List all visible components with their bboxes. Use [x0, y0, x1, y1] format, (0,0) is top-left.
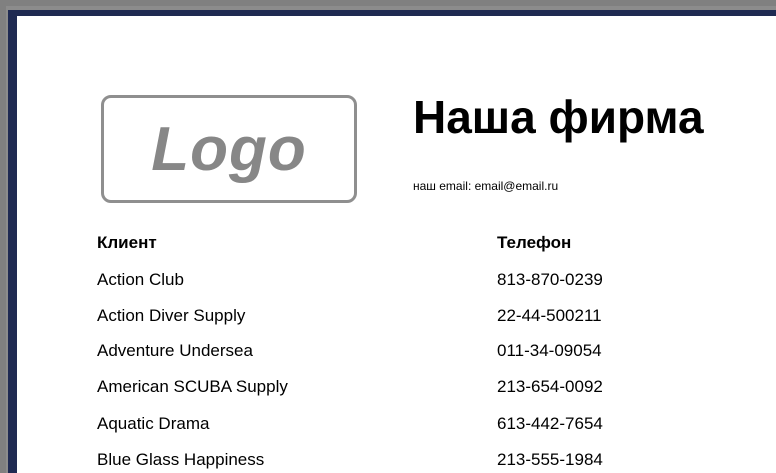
client-name: Action Club [97, 270, 184, 289]
client-name: American SCUBA Supply [97, 377, 288, 396]
client-name: Adventure Undersea [97, 341, 253, 360]
table-row: Adventure Undersea 011-34-09054 [17, 341, 776, 377]
client-phone: 213-654-0092 [497, 377, 603, 396]
client-phone: 813-870-0239 [497, 270, 603, 289]
client-phone: 613-442-7654 [497, 414, 603, 433]
client-name: Aquatic Drama [97, 414, 210, 433]
client-name: Blue Glass Happiness [97, 450, 265, 469]
table-row: Action Club 813-870-0239 [17, 270, 776, 306]
table-row: Action Diver Supply 22-44-500211 [17, 306, 776, 342]
table-row: Aquatic Drama 613-442-7654 [17, 414, 776, 450]
table-row: American SCUBA Supply 213-654-0092 [17, 377, 776, 413]
table-row: Blue Glass Happiness 213-555-1984 [17, 450, 776, 473]
report-page: Logo Наша фирма наш email: email@email.r… [17, 16, 776, 473]
logo: Logo [101, 95, 357, 203]
company-title: Наша фирма [413, 91, 704, 143]
column-header-phone: Телефон [497, 233, 572, 252]
client-phone: 011-34-09054 [497, 341, 602, 360]
company-email: наш email: email@email.ru [413, 179, 559, 193]
client-phone: 213-555-1984 [497, 450, 603, 469]
column-header-client: Клиент [97, 233, 157, 252]
logo-text: Logo [151, 114, 307, 184]
preview-window: Logo Наша фирма наш email: email@email.r… [0, 0, 776, 473]
client-name: Action Diver Supply [97, 306, 246, 325]
client-phone: 22-44-500211 [497, 306, 602, 325]
